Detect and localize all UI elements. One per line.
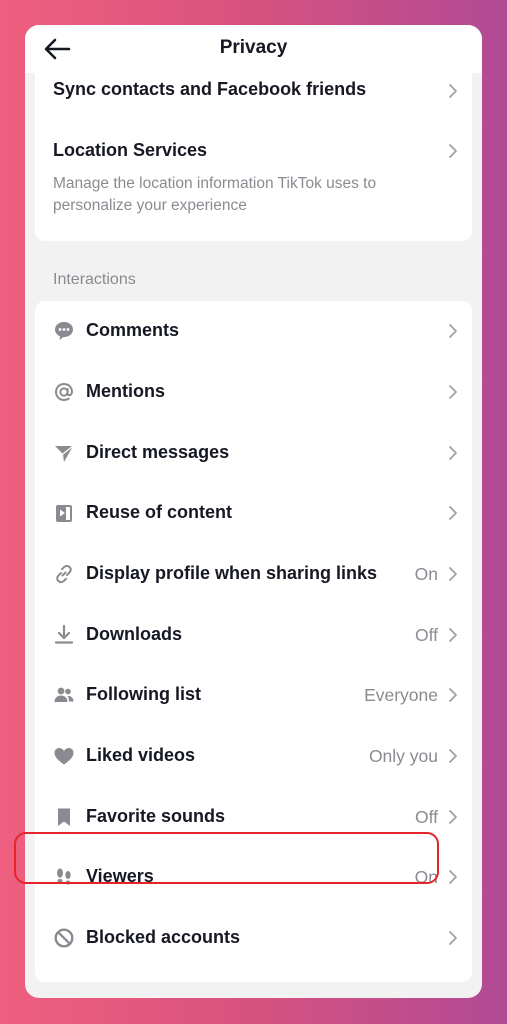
direct-messages-row[interactable]: Direct messages [35, 423, 472, 483]
link-icon [56, 564, 72, 584]
row-label: Direct messages [86, 442, 230, 462]
row-label: Blocked accounts [86, 927, 241, 947]
heart-icon [54, 748, 74, 765]
row-label: Following list [86, 684, 201, 704]
chevron-right-icon [449, 324, 457, 338]
chevron-right-icon [449, 84, 457, 98]
send-icon [55, 445, 74, 462]
row-value: Off [414, 807, 438, 827]
row-label: Mentions [86, 381, 165, 401]
chevron-right-icon [449, 931, 457, 945]
people-icon [54, 687, 74, 702]
chevron-right-icon [449, 144, 457, 158]
row-label: Comments [86, 320, 180, 340]
mentions-row[interactable]: Mentions [35, 362, 472, 422]
account-card: Sync contacts and Facebook friends Locat… [35, 73, 472, 241]
chevron-right-icon [449, 567, 457, 581]
at-icon [54, 382, 73, 402]
chevron-right-icon [449, 628, 457, 642]
chevron-right-icon [449, 688, 457, 702]
block-icon [54, 928, 74, 948]
row-value: Off [414, 625, 438, 645]
reuse-icon [56, 505, 72, 522]
viewers-highlight-box [14, 832, 439, 884]
downloads-row[interactable]: Downloads Off [35, 605, 472, 665]
chevron-right-icon [449, 870, 457, 884]
location-services-title: Location Services [53, 140, 208, 160]
row-label: Favorite sounds [86, 806, 226, 826]
row-label: Downloads [86, 624, 183, 644]
row-value: Only you [368, 746, 438, 766]
comment-icon [55, 322, 73, 340]
row-value: Everyone [364, 685, 438, 705]
location-services-row[interactable]: Location Services Manage the location in… [35, 129, 472, 229]
chevron-right-icon [449, 749, 457, 763]
row-label: Display profile when sharing links [86, 563, 378, 583]
row-label: Liked videos [86, 745, 196, 765]
sync-contacts-row[interactable]: Sync contacts and Facebook friends [35, 73, 472, 113]
chevron-right-icon [449, 506, 457, 520]
row-value: On [414, 564, 438, 584]
location-services-description: Manage the location information TikTok u… [53, 175, 377, 214]
blocked-accounts-row[interactable]: Blocked accounts [35, 908, 472, 968]
sync-contacts-title: Sync contacts and Facebook friends [53, 79, 367, 99]
liked-videos-row[interactable]: Liked videos Only you [35, 726, 472, 786]
page-title: Privacy [219, 37, 288, 58]
row-label: Reuse of content [86, 502, 233, 522]
interactions-section-label: Interactions [53, 271, 136, 288]
chevron-right-icon [449, 385, 457, 399]
top-bar: Privacy [25, 25, 482, 73]
display-profile-sharing-row[interactable]: Display profile when sharing links On [35, 544, 472, 604]
chevron-right-icon [449, 446, 457, 460]
reuse-of-content-row[interactable]: Reuse of content [35, 483, 472, 543]
chevron-right-icon [449, 810, 457, 824]
comments-row[interactable]: Comments [35, 301, 472, 361]
download-icon [54, 624, 74, 644]
following-list-row[interactable]: Following list Everyone [35, 665, 472, 725]
bookmark-icon [58, 808, 70, 826]
